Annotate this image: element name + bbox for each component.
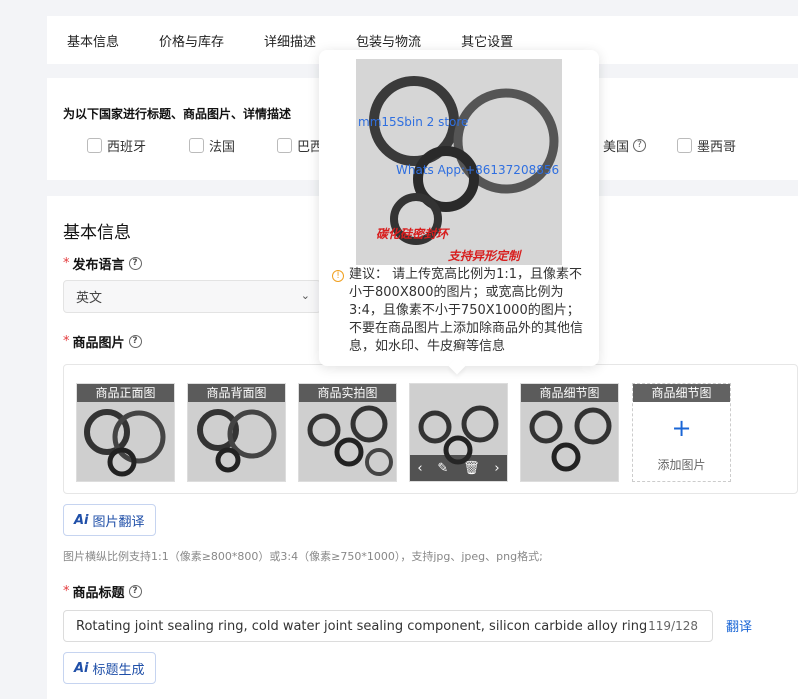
title-generate-button[interactable]: Ai 标题生成 — [63, 652, 156, 684]
product-photo — [188, 402, 285, 481]
watermark-red-1: 碳化硅密封环 — [376, 227, 449, 241]
required-mark: * — [63, 334, 70, 349]
help-icon[interactable]: ? — [633, 139, 647, 152]
language-select[interactable]: 英文 ⌄ — [63, 280, 321, 313]
thumb-toolbar: ‹ ✎ 🗑 › — [410, 455, 507, 481]
translate-link[interactable]: 翻译 — [726, 616, 752, 635]
plus-icon: + — [671, 414, 692, 442]
checkbox-france[interactable]: 法国 — [189, 136, 235, 155]
char-counter: 119/128 — [648, 619, 698, 633]
checkbox-label: 法国 — [209, 140, 236, 155]
tab-other-settings[interactable]: 其它设置 — [461, 31, 513, 50]
image-translate-button[interactable]: Ai 图片翻译 — [63, 504, 156, 536]
image-upload-area: 商品正面图 商品背面图 商品实拍图 ‹ ✎ 🗑 › 商品细节图 商品细节图 + — [63, 364, 798, 494]
tab-packaging[interactable]: 包装与物流 — [356, 31, 421, 50]
warning-icon: ! — [332, 270, 344, 282]
thumb-caption: 商品正面图 — [77, 384, 174, 402]
product-title-label: * 商品标题 ? — [63, 582, 142, 601]
image-thumb-back[interactable]: 商品背面图 — [187, 383, 286, 482]
help-icon[interactable]: ? — [128, 257, 142, 270]
checkbox-box[interactable] — [277, 138, 292, 153]
required-mark: * — [63, 584, 70, 599]
product-photo — [77, 402, 174, 481]
watermark-app: Whats App:+86137208856 — [396, 163, 560, 177]
checkbox-label: 西班牙 — [107, 140, 147, 155]
tab-basic-info[interactable]: 基本信息 — [67, 31, 119, 50]
country-title: 为以下国家进行标题、商品图片、详情描述 — [63, 107, 292, 121]
label-text: 商品图片 — [72, 336, 125, 351]
publish-language-label: * 发布语言 ? — [63, 254, 142, 273]
add-image-slot[interactable]: 商品细节图 + 添加图片 — [632, 383, 731, 482]
checkbox-box[interactable] — [189, 138, 204, 153]
ai-icon: Ai — [74, 512, 89, 528]
product-images-label: * 商品图片 ? — [63, 332, 142, 351]
help-icon[interactable]: ? — [128, 585, 142, 598]
section-title: 基本信息 — [63, 223, 131, 243]
checkbox-spain[interactable]: 西班牙 — [87, 136, 146, 155]
thumb-caption: 商品背面图 — [188, 384, 285, 402]
tab-description[interactable]: 详细描述 — [264, 31, 316, 50]
watermark-red-2: 支持异形定制 — [448, 249, 521, 263]
add-image-text: 添加图片 — [657, 458, 706, 472]
chevron-left-icon[interactable]: ‹ — [417, 461, 422, 476]
thumb-caption: 商品实拍图 — [299, 384, 396, 402]
product-photo — [299, 402, 396, 481]
required-mark: * — [63, 256, 70, 271]
button-label: 图片翻译 — [92, 514, 145, 530]
ai-icon: Ai — [74, 660, 89, 676]
checkbox-box[interactable] — [87, 138, 102, 153]
thumb-caption: 商品细节图 — [521, 384, 618, 402]
image-thumb-front[interactable]: 商品正面图 — [76, 383, 175, 482]
watermark-store: mm15Sbin 2 store — [358, 115, 469, 129]
checkbox-label: 美国 — [603, 140, 630, 155]
product-photo — [521, 402, 618, 481]
image-preview-popover: mm15Sbin 2 store Whats App:+86137208856 … — [319, 50, 599, 375]
product-title-input[interactable]: Rotating joint sealing ring, cold water … — [63, 610, 713, 642]
checkbox-brazil[interactable]: 巴西 — [277, 136, 323, 155]
edit-icon[interactable]: ✎ — [437, 461, 448, 476]
image-thumb-detail-2[interactable]: 商品细节图 — [520, 383, 619, 482]
image-thumb-actual[interactable]: 商品实拍图 — [298, 383, 397, 482]
button-label: 标题生成 — [92, 662, 145, 678]
image-thumb-detail-1[interactable]: ‹ ✎ 🗑 › — [409, 383, 508, 482]
tab-price-stock[interactable]: 价格与库存 — [159, 31, 224, 50]
label-text: 商品标题 — [72, 586, 125, 601]
checkbox-mexico[interactable]: 墨西哥 — [677, 136, 736, 155]
checkbox-box[interactable] — [677, 138, 692, 153]
image-hint: 图片横纵比例支持1:1（像素≥800*800）或3:4（像素≥750*1000）… — [63, 550, 543, 563]
upload-tip: 建议： 请上传宽高比例为1:1，且像素不小于800X800的图片；或宽高比例为3… — [349, 267, 584, 354]
select-value: 英文 — [76, 291, 103, 306]
chevron-right-icon[interactable]: › — [494, 461, 499, 476]
label-text: 发布语言 — [72, 258, 125, 273]
trash-icon[interactable]: 🗑 — [463, 461, 480, 476]
chevron-down-icon: ⌄ — [300, 289, 310, 302]
input-value: Rotating joint sealing ring, cold water … — [76, 618, 646, 634]
thumb-caption: 商品细节图 — [633, 384, 730, 402]
preview-image: mm15Sbin 2 store Whats App:+86137208856 … — [356, 59, 562, 265]
help-icon[interactable]: ? — [128, 335, 142, 348]
checkbox-label: 墨西哥 — [697, 140, 737, 155]
